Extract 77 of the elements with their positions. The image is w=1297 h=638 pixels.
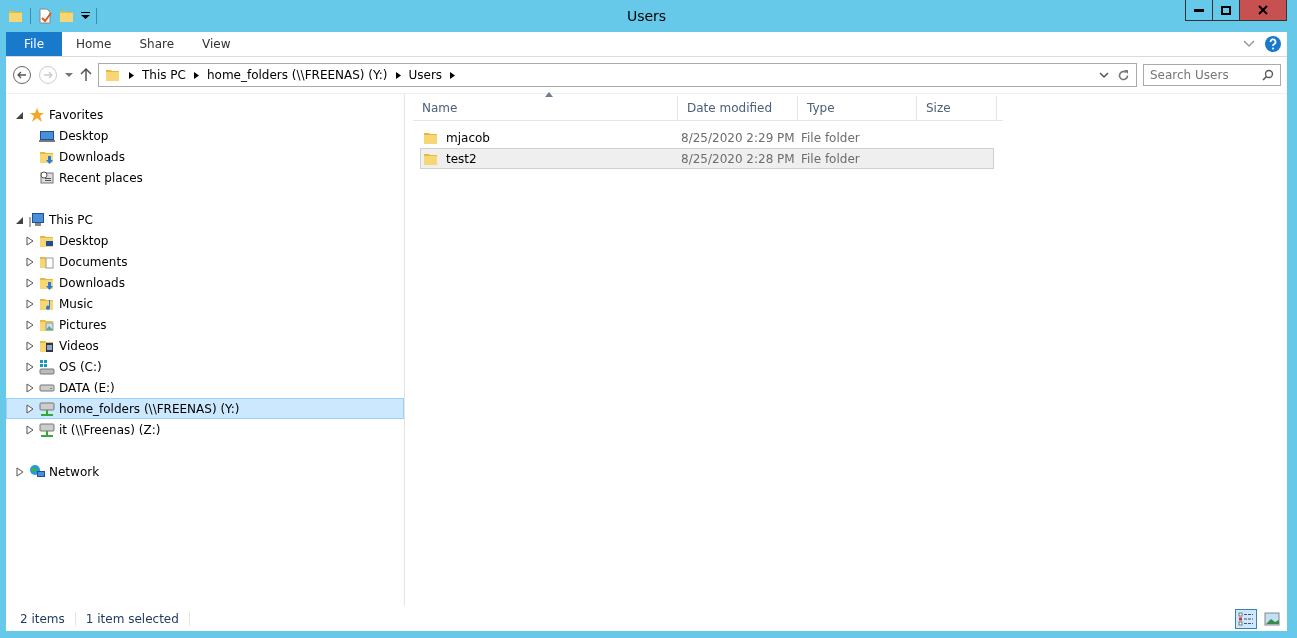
column-header[interactable]: Type [798,96,917,120]
tree-item[interactable]: it (\\Freenas) (Z:) [6,419,404,440]
expand-arrow-icon[interactable] [25,361,35,372]
tree-item[interactable]: DATA (E:) [6,377,404,398]
file-row[interactable]: test2 8/25/2020 2:28 PM File folder [420,148,994,169]
computer-icon [29,211,45,228]
expand-arrow-icon[interactable] [25,256,35,267]
file-name: mjacob [446,130,490,145]
breadcrumb-arrow-icon[interactable] [193,71,199,79]
column-header[interactable]: Date modified [678,96,798,120]
tree-item[interactable]: Recent places [6,167,404,188]
up-arrow-icon[interactable] [80,68,92,82]
breadcrumb[interactable]: This PC [142,68,186,82]
tree-item[interactable]: Documents [6,251,404,272]
network-drive-icon [39,421,55,438]
search-field[interactable]: Search Users [1143,64,1281,86]
tree-item[interactable]: Favorites [6,104,404,125]
tree-item[interactable]: Pictures [6,314,404,335]
expand-arrow-icon[interactable] [25,277,35,288]
expand-ribbon-icon[interactable] [1243,40,1255,48]
customize-dropdown-icon[interactable] [81,12,90,20]
tree-item[interactable]: Music [6,293,404,314]
type-cell-text: File folder [801,130,861,145]
tree-item[interactable]: Downloads [6,272,404,293]
expand-arrow-icon[interactable] [25,382,35,393]
item-count: 2 items [20,612,76,626]
selection-count: 1 item selected [85,612,190,626]
tree-item[interactable]: This PC [6,209,404,230]
breadcrumb-arrow-icon[interactable] [395,71,401,79]
network-drive-icon [39,400,55,417]
date-cell-text: 8/25/2020 2:28 PM [681,151,796,166]
tree-item[interactable]: home_folders (\\FREENAS) (Y:) [6,398,404,419]
back-button[interactable] [12,65,32,85]
recent-icon [39,169,55,186]
tree-item[interactable]: Downloads [6,146,404,167]
folder-icon [8,8,24,24]
expand-arrow-icon[interactable] [25,235,35,246]
os-drive-icon [39,358,55,375]
breadcrumb-arrow-icon[interactable] [129,71,134,79]
column-header[interactable]: Size [917,96,997,120]
folder-icon [105,67,121,83]
close-icon [1258,5,1268,15]
file-row[interactable]: mjacob 8/25/2020 2:29 PM File folder [420,127,994,148]
help-icon[interactable] [1265,36,1281,52]
drive-icon [39,383,55,392]
recent-locations-icon[interactable] [64,72,74,78]
breadcrumb[interactable]: Users [408,68,443,82]
breadcrumb-arrow-icon[interactable] [450,71,456,79]
tree-item[interactable]: Network [6,461,404,482]
expand-arrow-icon[interactable] [25,298,35,309]
expand-arrow-icon[interactable] [15,466,25,477]
tiles-view-button[interactable] [1261,609,1283,629]
search-icon [1262,69,1274,81]
star-icon [29,106,45,123]
type-cell-text: File folder [801,151,861,166]
expand-arrow-icon[interactable] [25,340,35,351]
window-title: Users [626,8,667,24]
tree-item[interactable]: Desktop [6,125,404,146]
expand-arrow-icon[interactable] [25,403,35,414]
file-name: test2 [446,151,477,166]
minimize-icon [1194,8,1204,12]
maximize-icon [1221,5,1231,15]
properties-icon[interactable] [37,8,53,24]
details-view-button[interactable] [1235,609,1257,629]
date-cell-text: 8/25/2020 2:29 PM [681,130,796,145]
expand-arrow-icon[interactable] [25,424,35,435]
tree-item[interactable]: Videos [6,335,404,356]
breadcrumb[interactable]: home_folders (\\FREENAS) (Y:) [206,68,388,82]
address-bar[interactable]: This PC home_folders (\\FREENAS) (Y:) Users [98,63,1137,87]
expand-arrow-icon[interactable] [25,319,35,330]
tree-item[interactable]: OS (C:) [6,356,404,377]
file-menu-button[interactable]: File [6,32,62,56]
address-dropdown-icon[interactable] [1099,71,1109,79]
close-button[interactable] [1240,0,1286,20]
tree-item[interactable]: Desktop [6,230,404,251]
network-icon [29,463,45,480]
refresh-icon[interactable] [1117,68,1130,82]
